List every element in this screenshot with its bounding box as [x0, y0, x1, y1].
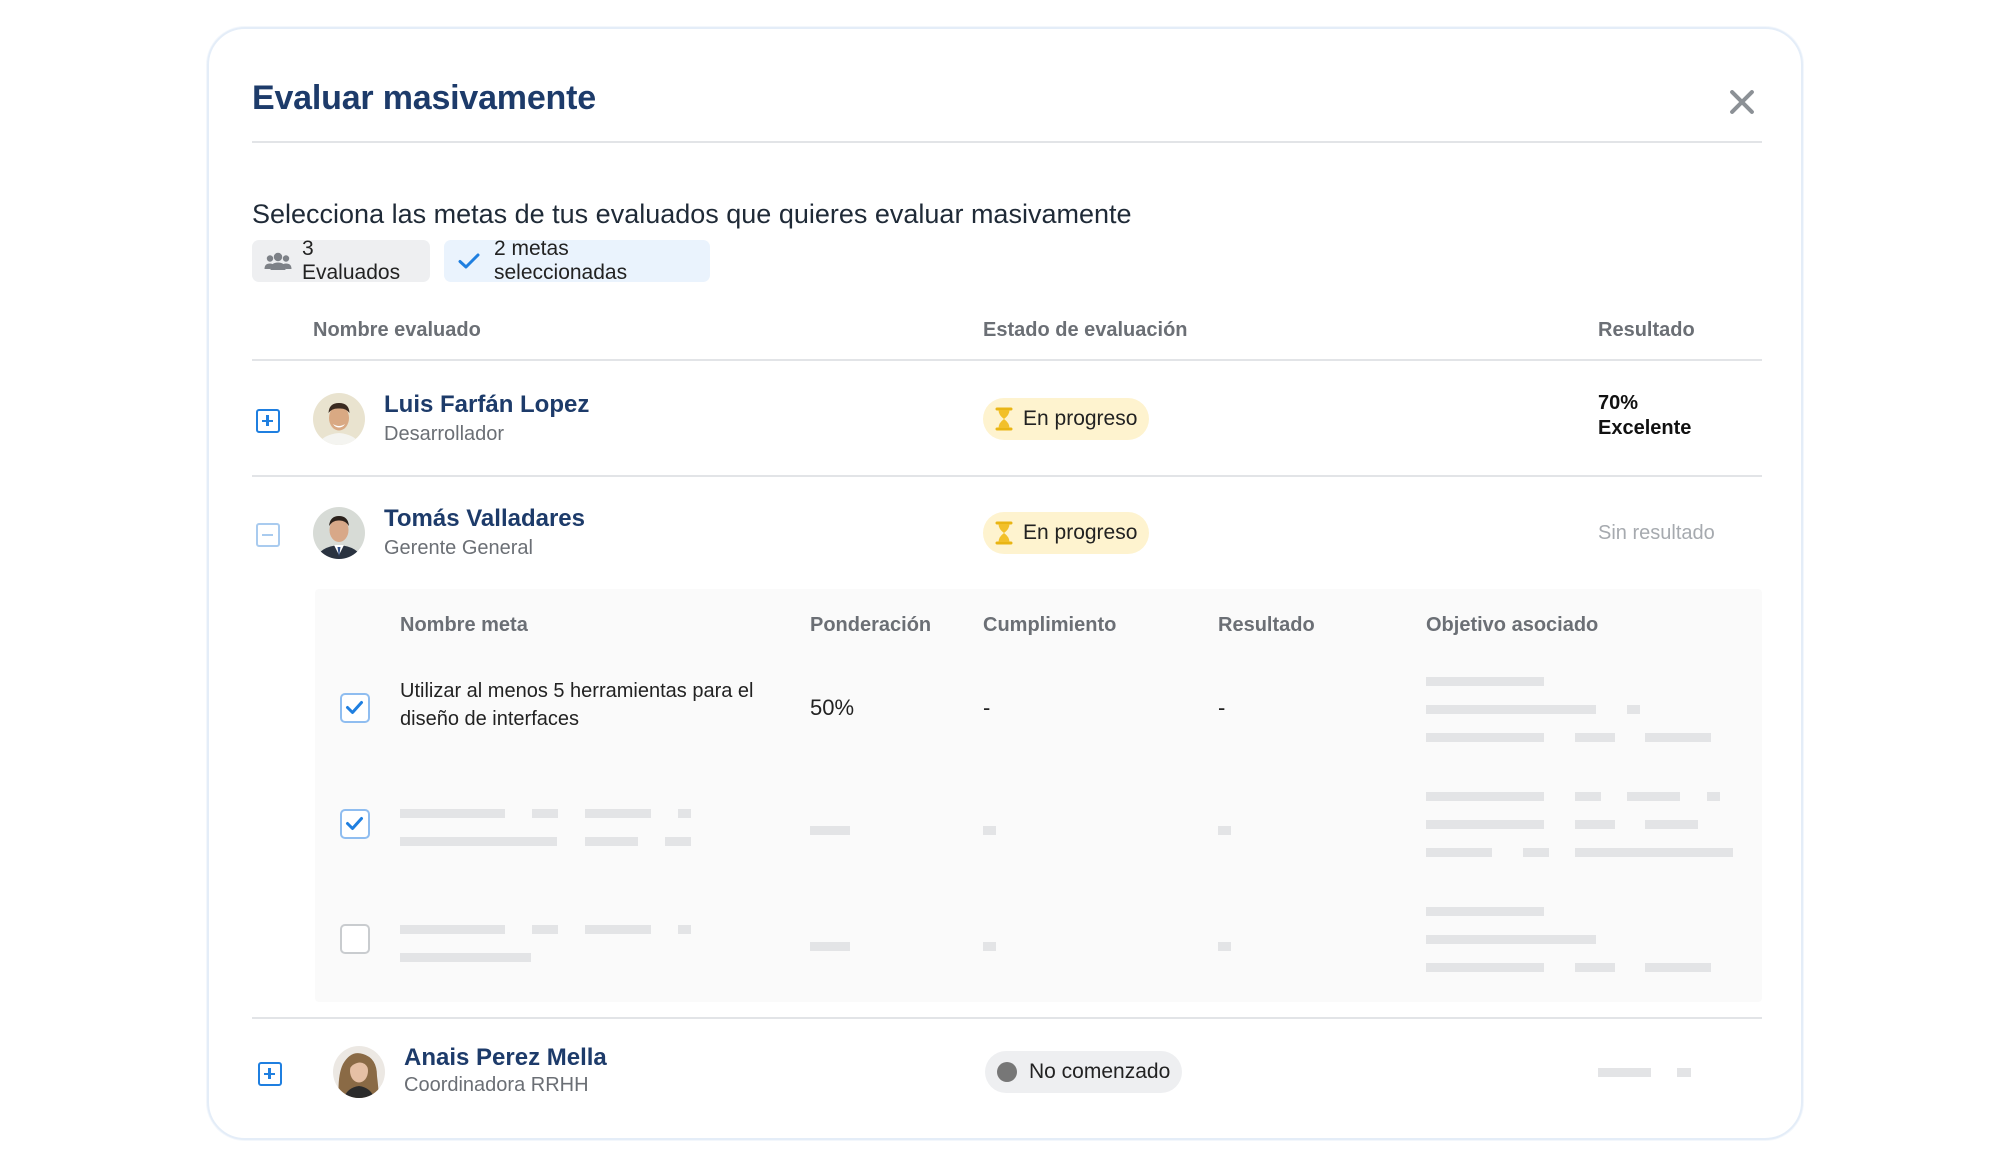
- skeleton-line: [1523, 848, 1549, 857]
- skeleton-line: [810, 942, 850, 951]
- goal-name: Utilizar al menos 5 herramientas para el…: [400, 680, 754, 730]
- title-divider: [252, 141, 1762, 143]
- goals-header-result: Resultado: [1218, 614, 1315, 636]
- skeleton-line: [1575, 963, 1615, 972]
- header-nombre-evaluado: Nombre evaluado: [313, 319, 481, 341]
- goal-checkbox[interactable]: [340, 924, 370, 954]
- selected-goals-count: 2 metas seleccionadas: [494, 237, 628, 284]
- header-resultado: Resultado: [1598, 319, 1695, 341]
- skeleton-line: [585, 809, 651, 818]
- skeleton-line: [1426, 792, 1544, 801]
- skeleton-line: [400, 925, 505, 934]
- skeleton-line: [1645, 733, 1711, 742]
- skeleton-line: [1575, 792, 1601, 801]
- skeleton-line: [1645, 820, 1698, 829]
- skeleton-line: [983, 942, 996, 951]
- skeleton-line: [1218, 942, 1231, 951]
- avatar: [313, 507, 365, 559]
- status-text: No comenzado: [1029, 1060, 1171, 1083]
- modal-title: Evaluar masivamente: [252, 79, 596, 117]
- goal-checkbox[interactable]: [340, 809, 370, 839]
- skeleton-line: [983, 826, 996, 835]
- skeleton-line: [1426, 733, 1544, 742]
- person-role: Desarrollador: [384, 423, 505, 445]
- skeleton-line: [678, 925, 691, 934]
- skeleton-line: [1218, 826, 1231, 835]
- status-badge: En progreso: [983, 512, 1150, 554]
- evaluados-chip: 3 Evaluados: [252, 237, 430, 284]
- check-icon: [458, 252, 480, 270]
- gray-dot-icon: [997, 1062, 1017, 1082]
- goal-compliance: -: [983, 695, 991, 720]
- result-value: 70% Excelente: [1598, 391, 1691, 441]
- skeleton-line: [1645, 963, 1711, 972]
- hourglass-icon: [995, 407, 1013, 431]
- skeleton-line: [1627, 792, 1680, 801]
- goals-header-compliance: Cumplimiento: [983, 614, 1117, 636]
- skeleton-line: [1426, 820, 1544, 829]
- skeleton-line: [585, 925, 651, 934]
- collapse-row-button[interactable]: [256, 523, 280, 547]
- selected-goals-chip: 2 metas seleccionadas: [444, 237, 710, 284]
- skeleton-line: [585, 837, 638, 846]
- row-divider: [252, 1017, 1762, 1019]
- header-divider: [252, 359, 1762, 361]
- check-icon: [346, 817, 363, 830]
- skeleton-line: [1575, 848, 1733, 857]
- skeleton-line: [532, 809, 558, 818]
- skeleton-line: [810, 826, 850, 835]
- row-divider: [252, 475, 1762, 477]
- status-text: En progreso: [1023, 407, 1138, 430]
- result-label: Excelente: [1598, 417, 1692, 439]
- evaluados-count: 3 Evaluados: [302, 237, 401, 284]
- skeleton-line: [1707, 792, 1720, 801]
- skeleton-line: [1426, 677, 1544, 686]
- skeleton-line: [1426, 935, 1596, 944]
- skeleton-line: [400, 809, 505, 818]
- result-percent: 70%: [1598, 392, 1639, 414]
- person-name: Anais Perez Mella: [404, 1044, 607, 1071]
- skeleton-line: [1677, 1068, 1691, 1077]
- avatar: [313, 393, 365, 445]
- skeleton-line: [1575, 733, 1615, 742]
- users-icon: [264, 251, 292, 271]
- avatar: [333, 1046, 385, 1098]
- skeleton-line: [1426, 848, 1492, 857]
- check-icon: [346, 701, 363, 714]
- expand-row-button[interactable]: [256, 409, 280, 433]
- person-role: Coordinadora RRHH: [404, 1074, 589, 1096]
- person-role: Gerente General: [384, 537, 533, 559]
- person-name: Tomás Valladares: [384, 505, 585, 532]
- skeleton-line: [1426, 705, 1596, 714]
- skeleton-line: [678, 809, 691, 818]
- skeleton-line: [1575, 820, 1615, 829]
- skeleton-line: [1598, 1068, 1651, 1077]
- skeleton-line: [400, 837, 557, 846]
- status-badge: En progreso: [983, 398, 1150, 440]
- skeleton-line: [665, 837, 691, 846]
- skeleton-line: [400, 953, 531, 962]
- status-text: En progreso: [1023, 521, 1138, 544]
- goal-result: -: [1218, 695, 1226, 720]
- hourglass-icon: [995, 521, 1013, 545]
- goal-weight: 50%: [810, 695, 855, 720]
- skeleton-line: [532, 925, 558, 934]
- goals-header-weight: Ponderación: [810, 614, 932, 636]
- goals-header-objective: Objetivo asociado: [1426, 614, 1599, 636]
- bulk-evaluate-modal: Evaluar masivamente Selecciona las metas…: [207, 27, 1803, 1140]
- close-icon[interactable]: [1722, 83, 1762, 123]
- status-badge: No comenzado: [985, 1051, 1183, 1093]
- skeleton-line: [1627, 705, 1640, 714]
- header-estado: Estado de evaluación: [983, 319, 1188, 341]
- skeleton-line: [1426, 963, 1544, 972]
- goals-panel: Nombre meta Ponderación Cumplimiento Res…: [315, 589, 1762, 1002]
- result-empty: Sin resultado: [1598, 522, 1715, 544]
- skeleton-line: [1426, 907, 1544, 916]
- person-name: Luis Farfán Lopez: [384, 391, 590, 418]
- goal-checkbox[interactable]: [340, 693, 370, 723]
- goals-header-name: Nombre meta: [400, 614, 528, 636]
- modal-subtitle: Selecciona las metas de tus evaluados qu…: [252, 199, 1132, 229]
- expand-row-button[interactable]: [258, 1062, 282, 1086]
